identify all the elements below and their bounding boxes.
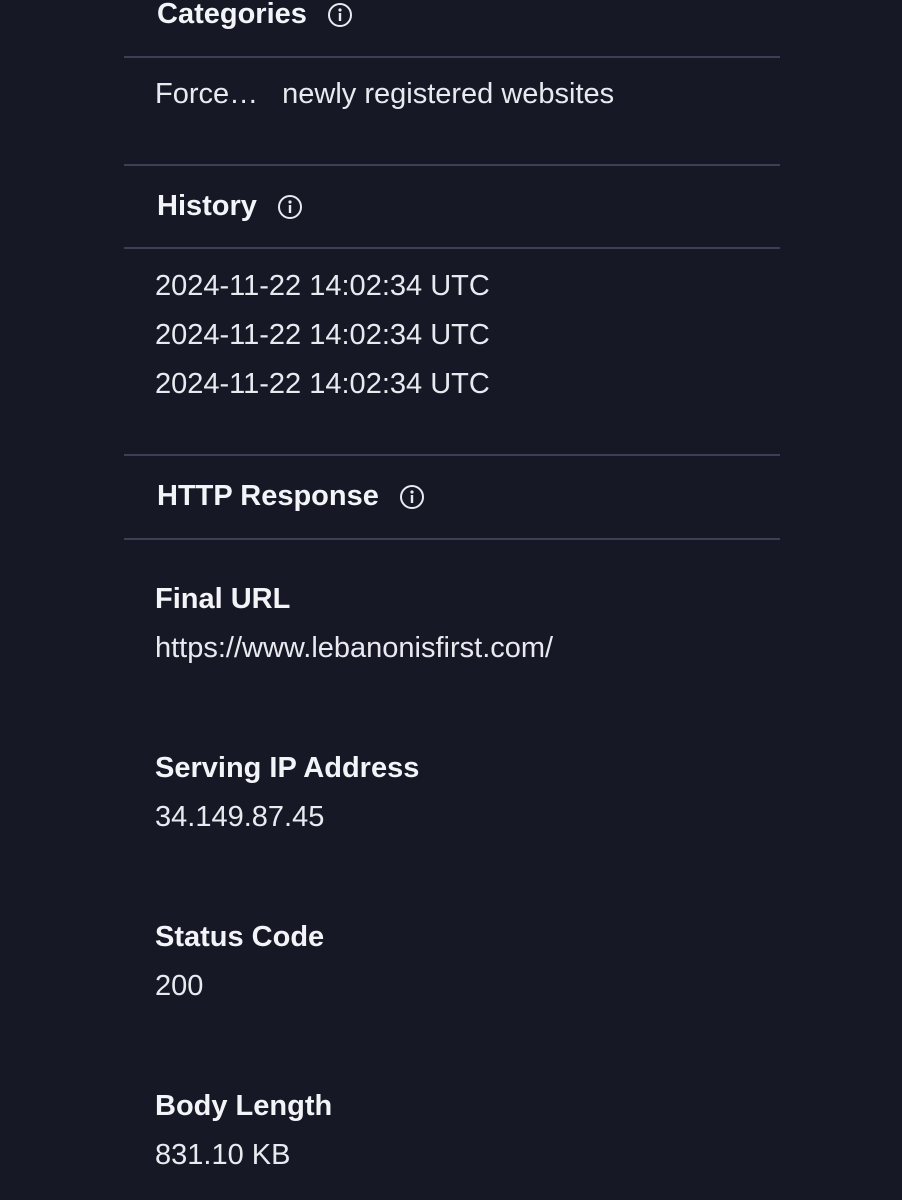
body-length-label: Body Length xyxy=(155,1090,333,1122)
serving-ip-label: Serving IP Address xyxy=(155,752,420,784)
body-length-value: 831.10 KB xyxy=(155,1139,291,1171)
history-entry: 2024-11-22 14:02:34 UTC xyxy=(155,270,490,302)
http-response-title: HTTP Response xyxy=(157,480,379,512)
final-url-label: Final URL xyxy=(155,583,291,615)
divider xyxy=(124,164,780,166)
divider xyxy=(124,56,780,58)
divider xyxy=(124,454,780,456)
categories-heading: Categories xyxy=(157,0,353,31)
status-code-value: 200 xyxy=(155,970,204,1002)
history-entry: 2024-11-22 14:02:34 UTC xyxy=(155,368,490,400)
info-circle-icon[interactable] xyxy=(399,484,425,510)
divider xyxy=(124,247,780,249)
status-code-label: Status Code xyxy=(155,921,325,953)
http-response-heading: HTTP Response xyxy=(157,480,425,513)
divider xyxy=(124,538,780,540)
info-circle-icon[interactable] xyxy=(277,194,303,220)
categories-list: Force… newly registered websites xyxy=(155,78,614,111)
final-url-value[interactable]: https://www.lebanonisfirst.com/ xyxy=(155,632,553,665)
categories-title: Categories xyxy=(157,0,307,30)
history-heading: History xyxy=(157,190,303,223)
category-item[interactable]: Force… xyxy=(155,78,258,110)
history-entry: 2024-11-22 14:02:34 UTC xyxy=(155,319,490,351)
info-circle-icon[interactable] xyxy=(327,2,353,28)
history-title: History xyxy=(157,190,257,222)
category-item: newly registered websites xyxy=(282,78,615,110)
serving-ip-value[interactable]: 34.149.87.45 xyxy=(155,801,324,834)
